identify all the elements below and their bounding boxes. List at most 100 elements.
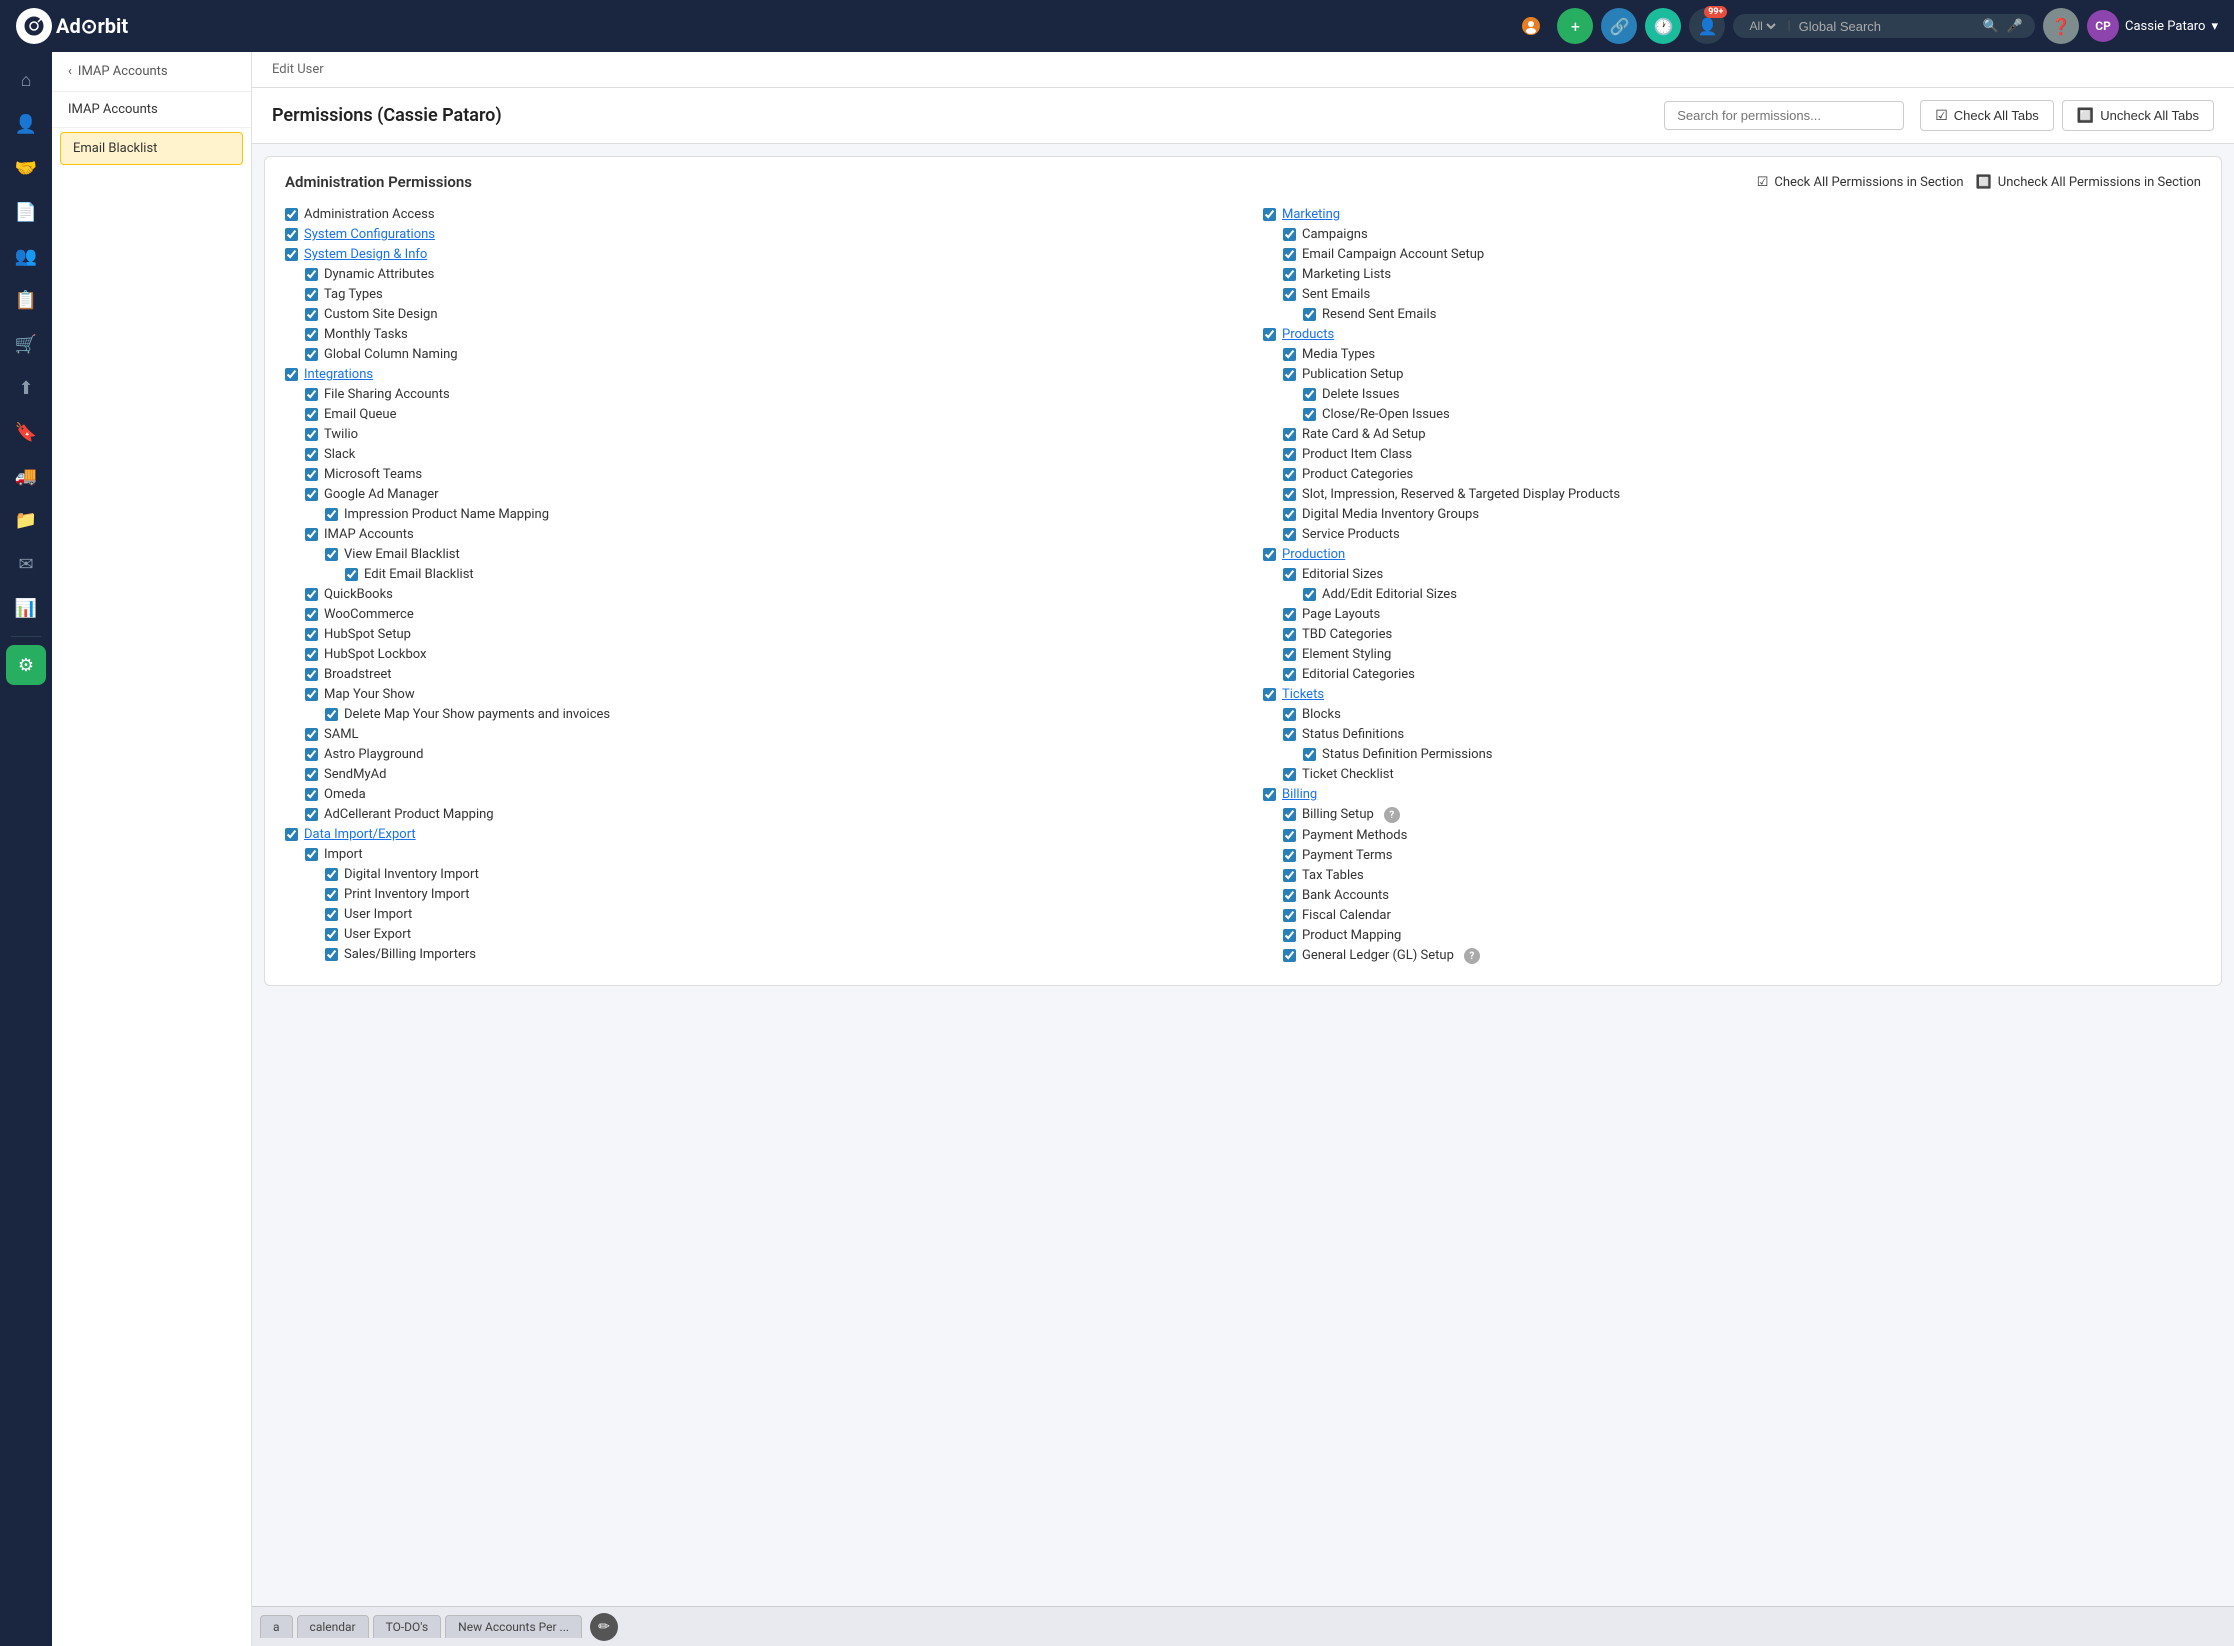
perm-checkbox-20[interactable] [305,608,318,621]
perm-checkbox-30[interactable] [305,808,318,821]
perm-checkbox-22[interactable] [1283,648,1296,661]
perm-checkbox-28[interactable] [305,768,318,781]
check-all-tabs-btn[interactable]: ☑ Check All Tabs [1920,100,2054,131]
dropdown-item-blacklist[interactable]: Email Blacklist [60,132,243,165]
perm-label-29[interactable]: Billing [1282,787,1317,802]
perm-checkbox-21[interactable] [305,628,318,641]
bottom-tab-edit-btn[interactable]: ✏ [590,1613,618,1641]
notifications-icon[interactable]: 👤 99+ [1689,8,1725,44]
perm-checkbox-9[interactable] [305,388,318,401]
avatar-icon[interactable] [1513,8,1549,44]
user-section[interactable]: CP Cassie Pataro ▾ [2087,10,2218,42]
perm-checkbox-32[interactable] [1283,849,1296,862]
search-icon[interactable]: 🔍 [1983,19,1999,34]
sidebar-item-handshake[interactable]: 🤝 [6,148,46,188]
perm-checkbox-24[interactable] [305,688,318,701]
perm-checkbox-6[interactable] [305,328,318,341]
search-filter-select[interactable]: All [1745,18,1779,34]
perm-checkbox-23[interactable] [305,668,318,681]
perm-checkbox-33[interactable] [1283,869,1296,882]
perm-checkbox-14[interactable] [305,488,318,501]
perm-label-1[interactable]: System Configurations [304,227,435,242]
perm-checkbox-21[interactable] [1283,628,1296,641]
perm-checkbox-25[interactable] [1283,708,1296,721]
uncheck-all-tabs-btn[interactable]: 🔲 Uncheck All Tabs [2062,100,2214,131]
perm-checkbox-26[interactable] [305,728,318,741]
perm-checkbox-12[interactable] [305,448,318,461]
perm-checkbox-1[interactable] [285,228,298,241]
perm-label-8[interactable]: Integrations [304,367,373,382]
perm-checkbox-23[interactable] [1283,668,1296,681]
perm-checkbox-19[interactable] [1303,588,1316,601]
perm-checkbox-33[interactable] [325,868,338,881]
perm-checkbox-36[interactable] [1283,929,1296,942]
perm-checkbox-34[interactable] [1283,889,1296,902]
sidebar-item-home[interactable]: ⌂ [6,60,46,100]
perm-checkbox-13[interactable] [305,468,318,481]
help-icon-37[interactable]: ? [1464,948,1480,964]
help-icon[interactable]: ❓ [2043,8,2079,44]
perm-checkbox-37[interactable] [1283,949,1296,962]
dropdown-back-btn[interactable]: ‹ IMAP Accounts [52,52,251,92]
mic-icon[interactable]: 🎤 [2007,19,2023,34]
perm-label-17[interactable]: Production [1282,547,1345,562]
perm-checkbox-13[interactable] [1283,468,1296,481]
perm-checkbox-17[interactable] [325,548,338,561]
sidebar-item-people[interactable]: 👥 [6,236,46,276]
perm-checkbox-5[interactable] [1303,308,1316,321]
add-icon[interactable]: + [1557,8,1593,44]
perm-checkbox-16[interactable] [305,528,318,541]
perm-checkbox-12[interactable] [1283,448,1296,461]
perm-checkbox-29[interactable] [305,788,318,801]
perm-checkbox-5[interactable] [305,308,318,321]
history-icon[interactable]: 🕐 [1645,8,1681,44]
perm-checkbox-37[interactable] [325,948,338,961]
perm-checkbox-2[interactable] [1283,248,1296,261]
sidebar-item-bookmark[interactable]: 🔖 [6,412,46,452]
sidebar-item-file[interactable]: 📁 [6,500,46,540]
perm-checkbox-7[interactable] [305,348,318,361]
perm-checkbox-25[interactable] [325,708,338,721]
perm-checkbox-34[interactable] [325,888,338,901]
app-logo[interactable]: Ad⊙rbit [16,8,128,44]
sidebar-item-truck[interactable]: 🚚 [6,456,46,496]
perm-checkbox-1[interactable] [1283,228,1296,241]
perm-checkbox-11[interactable] [305,428,318,441]
sidebar-item-upload[interactable]: ⬆ [6,368,46,408]
bottom-tab-calendar[interactable]: calendar [297,1615,369,1638]
perm-label-2[interactable]: System Design & Info [304,247,427,262]
perm-checkbox-14[interactable] [1283,488,1296,501]
search-permissions-input[interactable] [1664,101,1904,130]
perm-checkbox-0[interactable] [1263,208,1276,221]
perm-checkbox-7[interactable] [1283,348,1296,361]
perm-label-31[interactable]: Data Import/Export [304,827,416,842]
perm-checkbox-36[interactable] [325,928,338,941]
sidebar-item-settings[interactable]: ⚙ [6,645,46,685]
perm-checkbox-18[interactable] [1283,568,1296,581]
perm-checkbox-22[interactable] [305,648,318,661]
perm-checkbox-8[interactable] [285,368,298,381]
perm-checkbox-0[interactable] [285,208,298,221]
bottom-tab-todos[interactable]: TO-DO's [373,1615,442,1638]
perm-checkbox-15[interactable] [325,508,338,521]
perm-checkbox-2[interactable] [285,248,298,261]
perm-label-6[interactable]: Products [1282,327,1334,342]
perm-checkbox-8[interactable] [1283,368,1296,381]
bottom-tab-a[interactable]: a [260,1615,293,1638]
perm-checkbox-32[interactable] [305,848,318,861]
perm-checkbox-4[interactable] [305,288,318,301]
sidebar-item-cart[interactable]: 🛒 [6,324,46,364]
bottom-tab-new-accounts[interactable]: New Accounts Per ... [445,1615,582,1638]
perm-checkbox-31[interactable] [1283,829,1296,842]
check-all-section-btn[interactable]: ☑ Check All Permissions in Section [1757,175,1964,190]
dropdown-item-imap[interactable]: IMAP Accounts [52,92,251,128]
perm-checkbox-19[interactable] [305,588,318,601]
sidebar-item-document[interactable]: 📄 [6,192,46,232]
perm-checkbox-31[interactable] [285,828,298,841]
perm-checkbox-27[interactable] [1303,748,1316,761]
sidebar-item-contacts[interactable]: 👤 [6,104,46,144]
perm-checkbox-17[interactable] [1263,548,1276,561]
perm-checkbox-10[interactable] [1303,408,1316,421]
perm-checkbox-11[interactable] [1283,428,1296,441]
perm-checkbox-24[interactable] [1263,688,1276,701]
